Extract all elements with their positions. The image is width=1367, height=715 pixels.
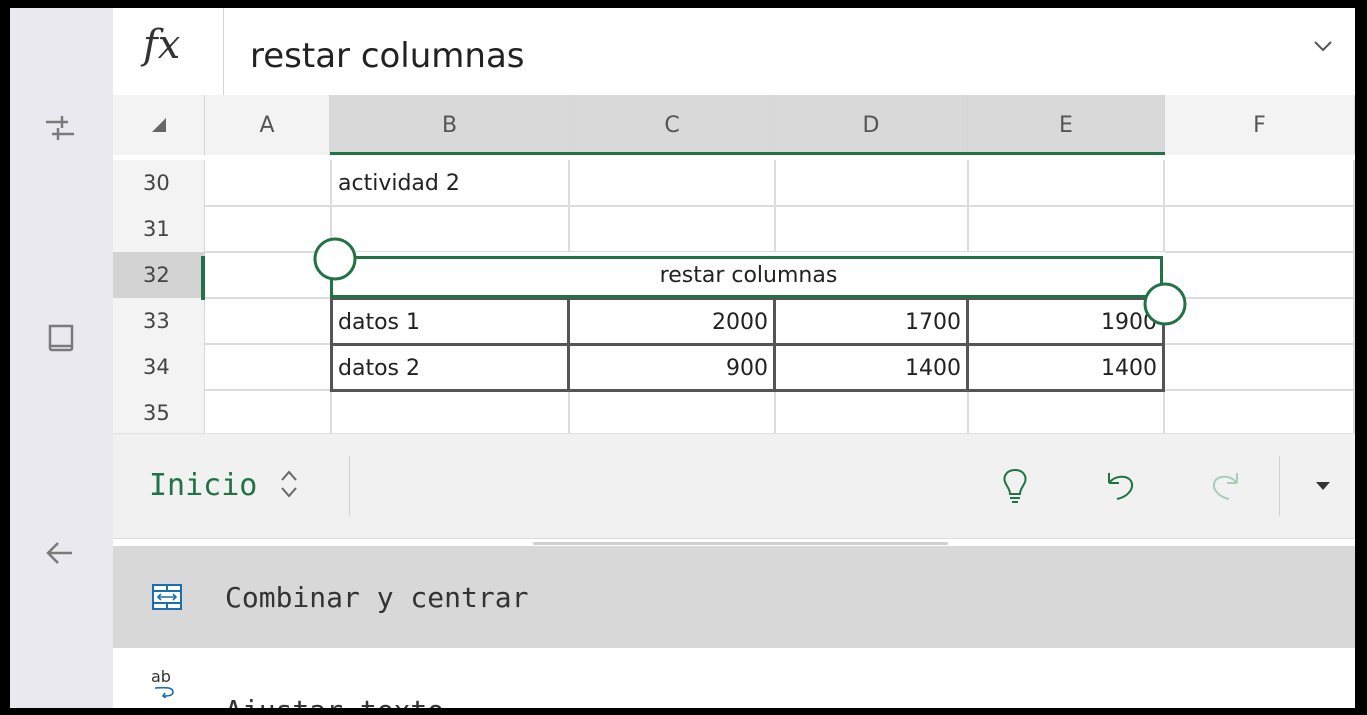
formula-separator	[223, 8, 224, 95]
ribbon-menu-button[interactable]	[1303, 464, 1343, 508]
cell-c34[interactable]: 900	[568, 345, 774, 391]
tab-switch-chevron-icon[interactable]	[278, 466, 300, 502]
cell-b33[interactable]: datos 1	[330, 299, 568, 345]
ribbon-separator	[349, 456, 350, 516]
column-header-c[interactable]: C	[570, 95, 775, 155]
merge-center-label: Combinar y centrar	[225, 580, 529, 614]
ribbon-tab-selector[interactable]: Inicio	[149, 468, 257, 503]
cell-e34[interactable]: 1400	[967, 345, 1163, 391]
row-header-30[interactable]: 30	[113, 160, 205, 206]
formula-input[interactable]: restar columnas	[250, 36, 525, 76]
row-selection-indicator	[201, 256, 205, 300]
row-header-33[interactable]: 33	[113, 298, 205, 344]
column-header-f[interactable]: F	[1165, 95, 1355, 155]
selection-handle-start[interactable]	[312, 236, 358, 282]
formula-bar: fx restar columnas	[113, 8, 1355, 96]
svg-text:ab: ab	[151, 667, 171, 686]
ribbon-separator	[1279, 456, 1280, 516]
tell-me-button[interactable]	[995, 464, 1035, 508]
row-header-35[interactable]: 35	[113, 390, 205, 433]
spreadsheet-grid: 30 31 32 33 34 35 actividad 2 restar col…	[113, 160, 1355, 433]
column-selection-indicator	[330, 152, 1165, 155]
column-header-b[interactable]: B	[330, 95, 570, 155]
undo-button[interactable]	[1101, 464, 1141, 508]
select-all-triangle-icon	[151, 118, 166, 132]
cell-b30[interactable]: actividad 2	[330, 160, 568, 206]
cell-d34[interactable]: 1400	[774, 345, 967, 391]
freeze-panes-icon[interactable]	[40, 108, 80, 148]
row-header-34[interactable]: 34	[113, 344, 205, 390]
cell-c33[interactable]: 2000	[568, 299, 774, 345]
lightbulb-icon	[1003, 468, 1027, 503]
left-rail	[10, 8, 113, 708]
ribbon-bar: Inicio	[113, 433, 1355, 539]
sheet-view-icon[interactable]	[40, 318, 80, 358]
panel-drag-handle[interactable]	[533, 542, 948, 545]
row-header-31[interactable]: 31	[113, 206, 205, 252]
column-header-a[interactable]: A	[205, 95, 330, 155]
wrap-text-icon: ab	[151, 667, 174, 698]
wrap-text-label: Ajustar texto	[225, 694, 444, 708]
cell-e33[interactable]: 1900	[967, 299, 1163, 345]
cell-d33[interactable]: 1700	[774, 299, 967, 345]
merge-center-icon	[152, 584, 182, 610]
app-window: fx restar columnas A B C D E F 30 31 32 …	[10, 8, 1355, 708]
fx-label[interactable]: fx	[143, 22, 180, 68]
cell-b34[interactable]: datos 2	[330, 345, 568, 391]
undo-icon	[1108, 473, 1133, 500]
select-all-corner[interactable]	[113, 95, 205, 155]
row-header-32[interactable]: 32	[113, 252, 205, 298]
column-headers: A B C D E F	[113, 95, 1355, 155]
selection-outline	[330, 256, 1163, 298]
back-arrow-icon[interactable]	[40, 533, 80, 573]
wrap-text-command[interactable]: ab Ajustar texto	[113, 648, 1355, 708]
expand-formula-chevron-icon[interactable]	[1309, 36, 1337, 56]
redo-icon	[1213, 473, 1238, 500]
merge-center-command[interactable]: Combinar y centrar	[113, 546, 1355, 648]
column-header-e[interactable]: E	[968, 95, 1165, 155]
dropdown-arrow-icon	[1316, 482, 1330, 490]
redo-button[interactable]	[1205, 464, 1245, 508]
column-header-d[interactable]: D	[775, 95, 968, 155]
selection-handle-end[interactable]	[1142, 281, 1188, 327]
